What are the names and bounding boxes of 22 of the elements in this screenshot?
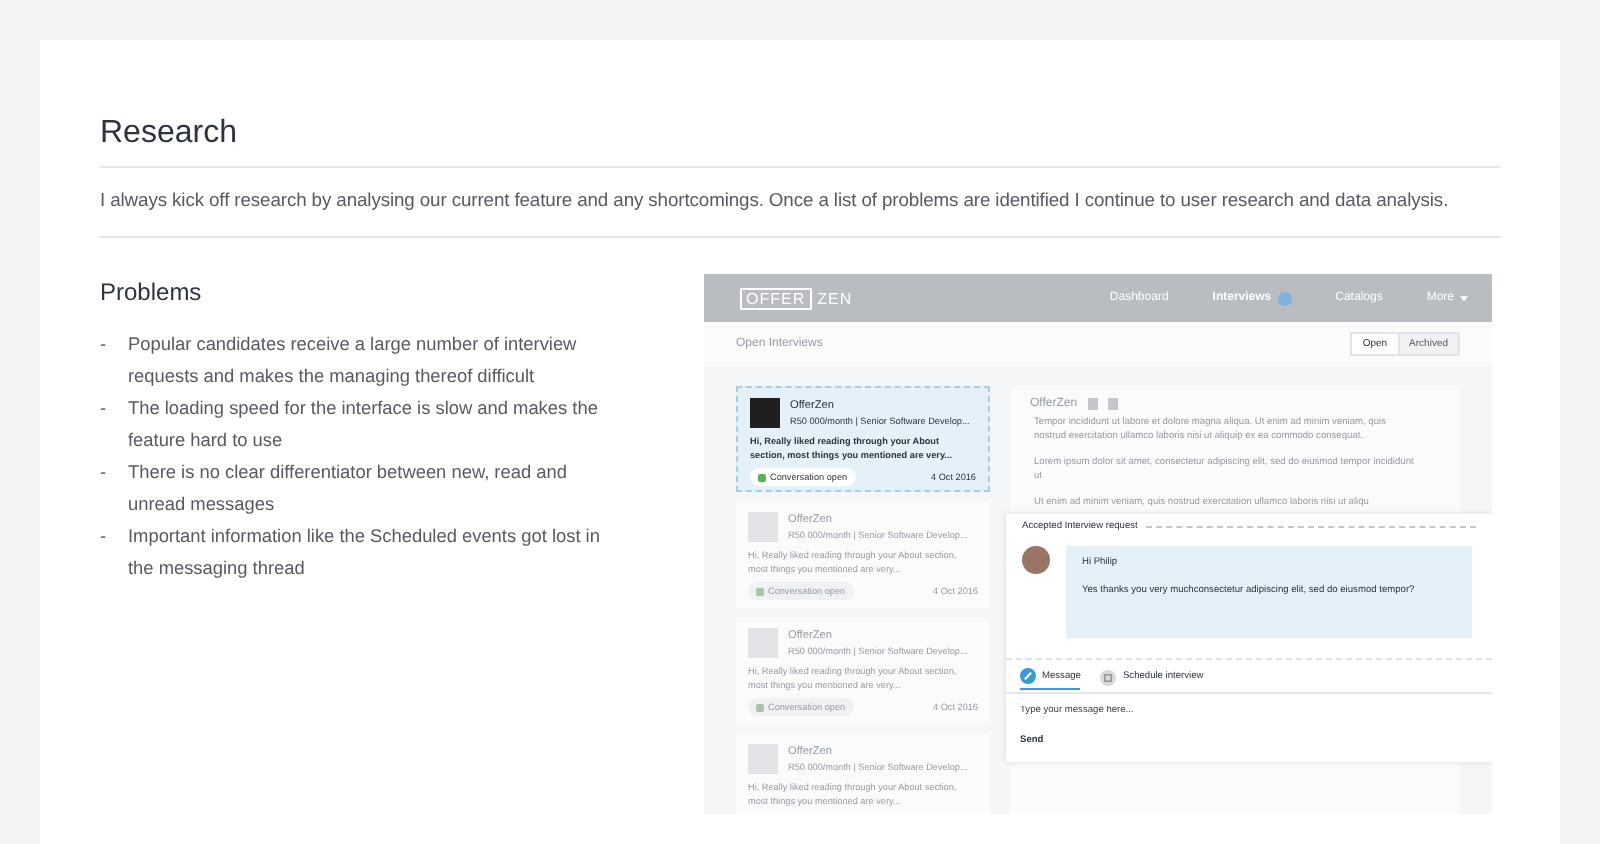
caret-icon xyxy=(1460,295,1468,301)
logo-text: ZEN xyxy=(815,287,855,309)
company-logo-icon xyxy=(748,512,778,542)
problem-text: Important information like the Scheduled events got lost in the messaging thread xyxy=(128,524,602,582)
list-bullet: - xyxy=(100,332,106,358)
logo-text: OFFER xyxy=(740,287,812,309)
avatar-icon xyxy=(1022,546,1050,574)
list-bullet: - xyxy=(100,460,106,486)
problem-text: The loading speed for the interface is slow and makes the feature hard to use xyxy=(128,396,600,454)
intro-paragraph: I always kick off research by analysing our current feature and any shortcomings. Once a list of problems are identified I continue to user research and data analysis. xyxy=(100,188,1451,210)
section-title: Research xyxy=(100,116,239,152)
list-bullet: - xyxy=(100,524,106,550)
pencil-icon xyxy=(1020,668,1036,684)
problems-heading: Problems xyxy=(100,278,204,306)
company-logo-icon xyxy=(748,628,778,658)
calendar-icon xyxy=(1100,669,1117,685)
company-logo-icon xyxy=(748,744,778,774)
badge-icon xyxy=(1277,291,1292,305)
problem-text: There is no clear differentiator between new, read and unread messages xyxy=(128,460,569,518)
problem-text: Popular candidates receive a large number of interview requests and makes the managing thereof difficult xyxy=(128,332,579,390)
company-logo-icon xyxy=(750,398,780,428)
list-bullet: - xyxy=(100,396,106,422)
